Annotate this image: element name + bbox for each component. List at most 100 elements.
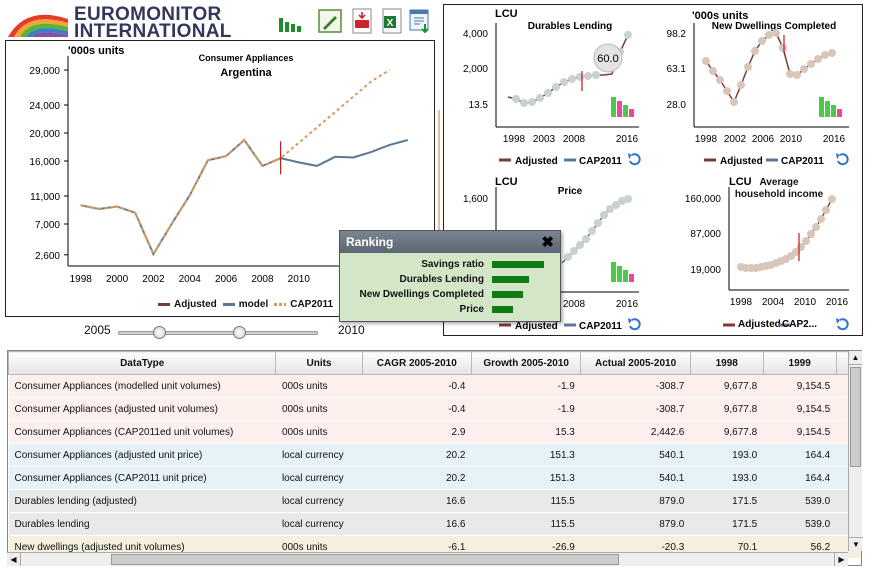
- column-header[interactable]: Growth 2005-2010: [470, 351, 582, 375]
- column-header[interactable]: CAGR 2005-2010: [361, 351, 472, 375]
- table-cell: 115.5: [471, 489, 581, 513]
- mini2-legend-adjusted: Adjusted: [720, 156, 763, 167]
- mini3-legend: Adjusted CAP2011: [499, 321, 622, 332]
- table-row[interactable]: Consumer Appliances (adjusted unit volum…: [8, 397, 861, 421]
- main-chart-unit: '000s units: [68, 45, 124, 57]
- scroll-down-icon[interactable]: ▼: [849, 537, 863, 551]
- table-row[interactable]: Durables lending (adjusted) local currenc…: [8, 489, 861, 513]
- ranking-popup[interactable]: Ranking ✖ Savings ratio Durables Lending N…: [339, 230, 561, 322]
- horizontal-scrollbar[interactable]: ◀ ▶: [7, 552, 848, 566]
- table-row[interactable]: Consumer Appliances (CAP2011 unit price)…: [8, 466, 861, 490]
- vertical-scrollbar[interactable]: ▲ ▼: [848, 351, 863, 551]
- x-tick-label: 2008: [251, 274, 274, 285]
- mini1-title: Durables Lending: [528, 21, 612, 32]
- x-tick-label: 2004: [179, 274, 202, 285]
- table-cell: 193.0: [690, 466, 764, 490]
- mini3-xtick: 2016: [616, 299, 639, 310]
- mini4-ytick: 19,000: [690, 265, 721, 276]
- y-tick-label: 20,000: [29, 129, 60, 140]
- column-header[interactable]: Actual 2005-2010: [580, 351, 691, 375]
- legend-label-model: model: [238, 299, 269, 310]
- mini2-xtick: 2006: [752, 134, 775, 145]
- mini4-ytick: 160,000: [685, 194, 722, 205]
- mini1-xtick: 1998: [503, 134, 526, 145]
- mini4-refresh-icon[interactable]: [836, 318, 849, 331]
- mini2-ytick: 63.1: [667, 64, 687, 75]
- mini4-xtick: 2004: [762, 297, 785, 308]
- svg-text:X: X: [387, 18, 394, 29]
- ranking-item[interactable]: Durables Lending: [340, 272, 560, 287]
- scroll-left-icon[interactable]: ◀: [7, 553, 21, 566]
- table-cell: 164.4: [763, 466, 837, 490]
- mini4-points: [737, 195, 836, 272]
- mini3-rank-bars: [611, 262, 634, 282]
- mini3-refresh-icon[interactable]: [628, 318, 641, 331]
- excel-export-icon[interactable]: X: [380, 8, 404, 34]
- series-line-adjusted[interactable]: [80, 138, 282, 257]
- horizontal-scroll-thumb[interactable]: [111, 554, 619, 565]
- euromonitor-logo-icon: [8, 14, 68, 37]
- table-cell: Consumer Appliances (CAP2011 unit price): [8, 466, 276, 490]
- table-cell: 151.3: [471, 443, 581, 467]
- mini4-xtick: 1998: [730, 297, 753, 308]
- ranking-item[interactable]: Savings ratio: [340, 257, 560, 272]
- table-cell: Consumer Appliances (adjusted unit price…: [8, 443, 276, 467]
- table-cell: 9,154.5: [763, 397, 837, 421]
- bar-chart-icon[interactable]: [278, 8, 302, 34]
- table-row[interactable]: Consumer Appliances (modelled unit volum…: [8, 374, 861, 398]
- mini3-title: Price: [558, 186, 583, 197]
- legend-item-cap2011[interactable]: CAP2011: [274, 299, 333, 310]
- legend-item-model[interactable]: model: [222, 299, 269, 310]
- scroll-up-icon[interactable]: ▲: [849, 351, 862, 365]
- mini-chart-new-dwellings[interactable]: '000s units New Dwellings Completed 98.2…: [667, 10, 849, 167]
- mini2-legend: Adjusted CAP2011: [704, 156, 824, 167]
- y-tick-label: 7,000: [35, 220, 60, 231]
- ranking-item-bar: [492, 261, 544, 268]
- ranking-item-label: Price: [459, 304, 484, 315]
- column-header[interactable]: 1999: [762, 351, 837, 375]
- pdf-export-icon[interactable]: [350, 8, 374, 34]
- mini3-legend-adjusted: Adjusted: [515, 321, 558, 332]
- x-tick-label: 2002: [142, 274, 165, 285]
- mini-chart-household-income[interactable]: LCU Average household income 160,000 87,…: [685, 176, 849, 331]
- y-tick-label: 16,000: [29, 157, 60, 168]
- table-row[interactable]: Consumer Appliances (adjusted unit price…: [8, 443, 861, 467]
- column-header[interactable]: Units: [275, 351, 363, 375]
- mini1-tooltip: 60.0: [597, 53, 618, 65]
- series-line-cap2011[interactable]: [80, 69, 391, 257]
- slider-handle-start[interactable]: [153, 326, 166, 339]
- table-row[interactable]: Consumer Appliances (CAP2011ed unit volu…: [8, 420, 861, 444]
- table-cell: 000s units: [275, 420, 363, 444]
- table-cell: local currency: [275, 512, 363, 536]
- vertical-scroll-thumb[interactable]: [850, 367, 861, 467]
- close-icon[interactable]: ✖: [541, 233, 554, 251]
- mini-chart-durables-lending[interactable]: LCU Durables Lending 4,000 2,000 13.5 19…: [463, 8, 641, 167]
- mini2-rank-bars: [819, 97, 842, 117]
- main-legend: Adjusted model CAP2011: [158, 299, 333, 310]
- scroll-right-icon[interactable]: ▶: [834, 553, 848, 566]
- table-cell: 540.1: [580, 466, 691, 490]
- table-header-row: DataType Units CAGR 2005-2010 Growth 2005-2…: [8, 351, 861, 375]
- table-cell: 171.5: [690, 512, 764, 536]
- ranking-header[interactable]: Ranking ✖: [340, 231, 560, 253]
- slider-start-label: 2005: [84, 323, 111, 337]
- mini4-legend-cap2011: CAP2...: [782, 319, 817, 330]
- mini3-points: [564, 195, 632, 261]
- legend-item-adjusted[interactable]: Adjusted: [158, 299, 217, 310]
- mini2-xtick: 2010: [780, 134, 803, 145]
- mini2-points: [702, 29, 836, 106]
- year-range-slider[interactable]: [118, 326, 318, 339]
- download-icon[interactable]: [408, 8, 432, 34]
- mini1-refresh-icon[interactable]: [628, 153, 641, 166]
- ranking-item[interactable]: New Dwellings Completed: [340, 287, 560, 302]
- column-header[interactable]: DataType: [8, 351, 277, 375]
- edit-icon[interactable]: [318, 8, 342, 34]
- mini1-ytick: 4,000: [463, 29, 488, 40]
- table-cell: Consumer Appliances (modelled unit volum…: [8, 374, 276, 398]
- table-cell: local currency: [275, 489, 363, 513]
- ranking-item[interactable]: Price: [340, 302, 560, 317]
- table-row[interactable]: Durables lending local currency 16.6 115.5 8…: [8, 512, 861, 536]
- column-header[interactable]: 1998: [689, 351, 764, 375]
- mini2-refresh-icon[interactable]: [836, 153, 849, 166]
- slider-handle-end[interactable]: [233, 326, 246, 339]
